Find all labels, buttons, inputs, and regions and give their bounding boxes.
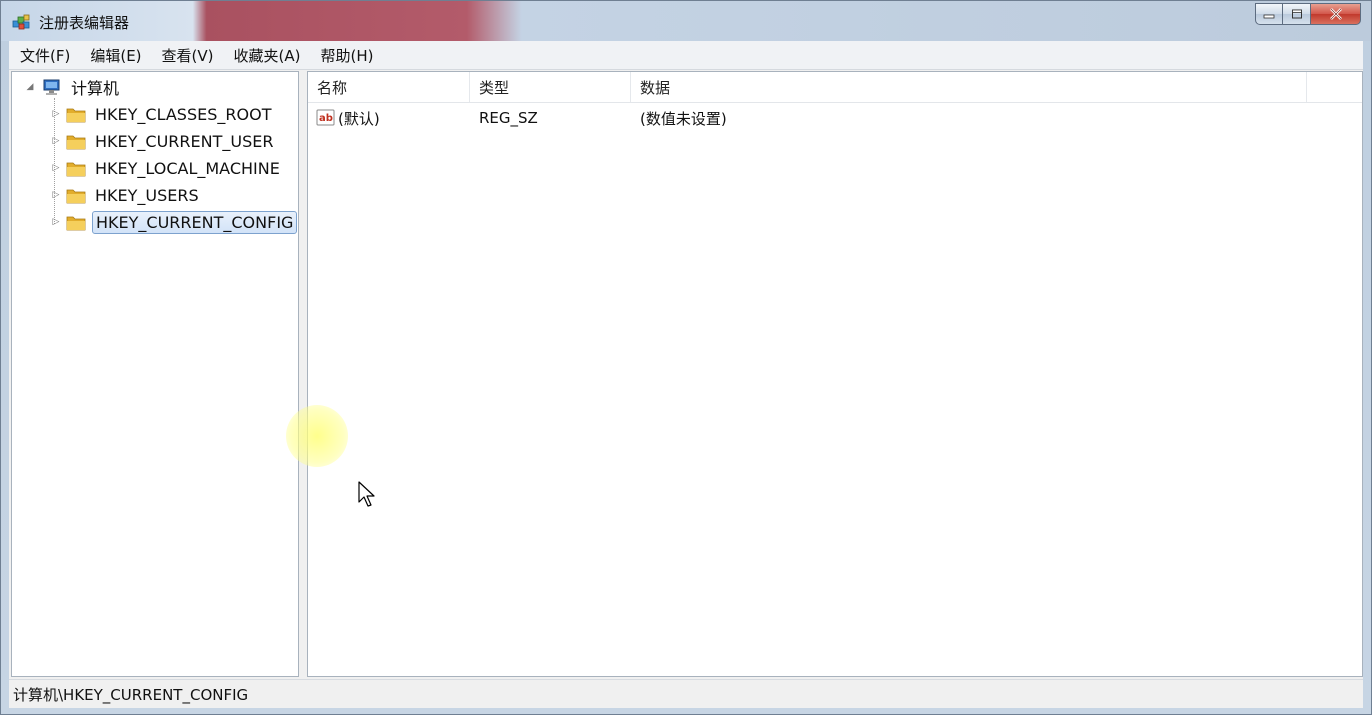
- tree-node-hkey-users[interactable]: ▷ HKEY_USERS: [50, 183, 202, 207]
- tree-label-computer: 计算机: [71, 79, 120, 98]
- menu-help[interactable]: 帮助(H): [309, 45, 382, 66]
- close-icon: [1329, 8, 1342, 20]
- close-button[interactable]: [1311, 3, 1361, 25]
- value-name: (默认): [338, 109, 380, 128]
- folder-icon: [66, 108, 86, 123]
- computer-icon: [43, 79, 60, 95]
- registry-editor-icon: [12, 14, 30, 30]
- tree-node-hkey-current-config[interactable]: ▷ HKEY_CURRENT_CONFIG: [50, 210, 298, 234]
- folder-icon: [66, 135, 86, 150]
- cell-name: ab (默认): [316, 106, 380, 130]
- menu-file[interactable]: 文件(F): [9, 45, 79, 66]
- maximize-icon: [1291, 9, 1302, 19]
- tree-label: HKEY_CLASSES_ROOT: [95, 104, 272, 124]
- maximize-button[interactable]: [1283, 3, 1311, 25]
- column-header: 名称 类型 数据: [308, 72, 1362, 103]
- key-tree-pane[interactable]: ◢ 计算机 ▷ HKEY_CLASSES_ROOT ▷ HKEY_CURRENT…: [11, 71, 299, 677]
- status-bar: 计算机\HKEY_CURRENT_CONFIG: [9, 679, 1363, 708]
- menu-view[interactable]: 查看(V): [151, 45, 223, 66]
- caption-buttons: [1255, 3, 1361, 25]
- tree-node-hkey-local-machine[interactable]: ▷ HKEY_LOCAL_MACHINE: [50, 156, 283, 180]
- minimize-button[interactable]: [1255, 3, 1283, 25]
- tree-label-selected: HKEY_CURRENT_CONFIG: [92, 210, 298, 234]
- column-label-type: 类型: [479, 78, 510, 97]
- svg-text:ab: ab: [319, 113, 333, 124]
- expand-arrow-icon[interactable]: ▷: [50, 135, 62, 147]
- expand-arrow-icon[interactable]: ▷: [50, 189, 62, 201]
- title-bar[interactable]: 注册表编辑器: [1, 1, 1371, 41]
- folder-icon: [66, 216, 86, 231]
- cell-data: (数值未设置): [640, 106, 727, 130]
- client-area: ◢ 计算机 ▷ HKEY_CLASSES_ROOT ▷ HKEY_CURRENT…: [9, 70, 1363, 679]
- value-type: REG_SZ: [479, 109, 538, 127]
- tree-node-computer[interactable]: ◢ 计算机: [24, 75, 122, 99]
- tree-label: HKEY_CURRENT_USER: [95, 131, 274, 151]
- value-data: (数值未设置): [640, 109, 727, 128]
- expand-arrow-icon[interactable]: ▷: [50, 216, 62, 228]
- menu-bar: 文件(F) 编辑(E) 查看(V) 收藏夹(A) 帮助(H): [9, 41, 1363, 70]
- folder-icon: [66, 189, 86, 204]
- expand-arrow-icon[interactable]: ▷: [50, 108, 62, 120]
- list-row[interactable]: ab (默认) REG_SZ (数值未设置): [308, 106, 1362, 130]
- collapse-arrow-icon[interactable]: ◢: [24, 81, 36, 93]
- folder-icon: [66, 162, 86, 177]
- expand-arrow-icon[interactable]: ▷: [50, 162, 62, 174]
- column-header-data[interactable]: 数据: [631, 72, 1307, 102]
- minimize-icon: [1263, 14, 1275, 19]
- values-list-pane[interactable]: 名称 类型 数据 ab (默认) REG_SZ (数值未设置): [307, 71, 1363, 677]
- registry-editor-window: 注册表编辑器 文件(F) 编辑(E) 查看(V) 收藏夹(A) 帮助(H) ◢ …: [0, 0, 1372, 715]
- status-path: 计算机\HKEY_CURRENT_CONFIG: [13, 685, 249, 704]
- column-header-type[interactable]: 类型: [470, 72, 631, 102]
- column-label-data: 数据: [640, 78, 671, 97]
- tree-label: HKEY_USERS: [95, 185, 199, 205]
- window-title: 注册表编辑器: [39, 14, 130, 32]
- menu-favorites[interactable]: 收藏夹(A): [223, 45, 310, 66]
- tree-node-hkey-classes-root[interactable]: ▷ HKEY_CLASSES_ROOT: [50, 102, 274, 126]
- tree-label: HKEY_LOCAL_MACHINE: [95, 158, 280, 178]
- string-value-icon: ab: [316, 109, 335, 126]
- column-header-name[interactable]: 名称: [308, 72, 470, 102]
- tree-node-hkey-current-user[interactable]: ▷ HKEY_CURRENT_USER: [50, 129, 276, 153]
- column-label-name: 名称: [317, 78, 348, 97]
- cell-type: REG_SZ: [479, 106, 538, 130]
- pane-splitter[interactable]: [299, 70, 307, 679]
- menu-edit[interactable]: 编辑(E): [79, 45, 150, 66]
